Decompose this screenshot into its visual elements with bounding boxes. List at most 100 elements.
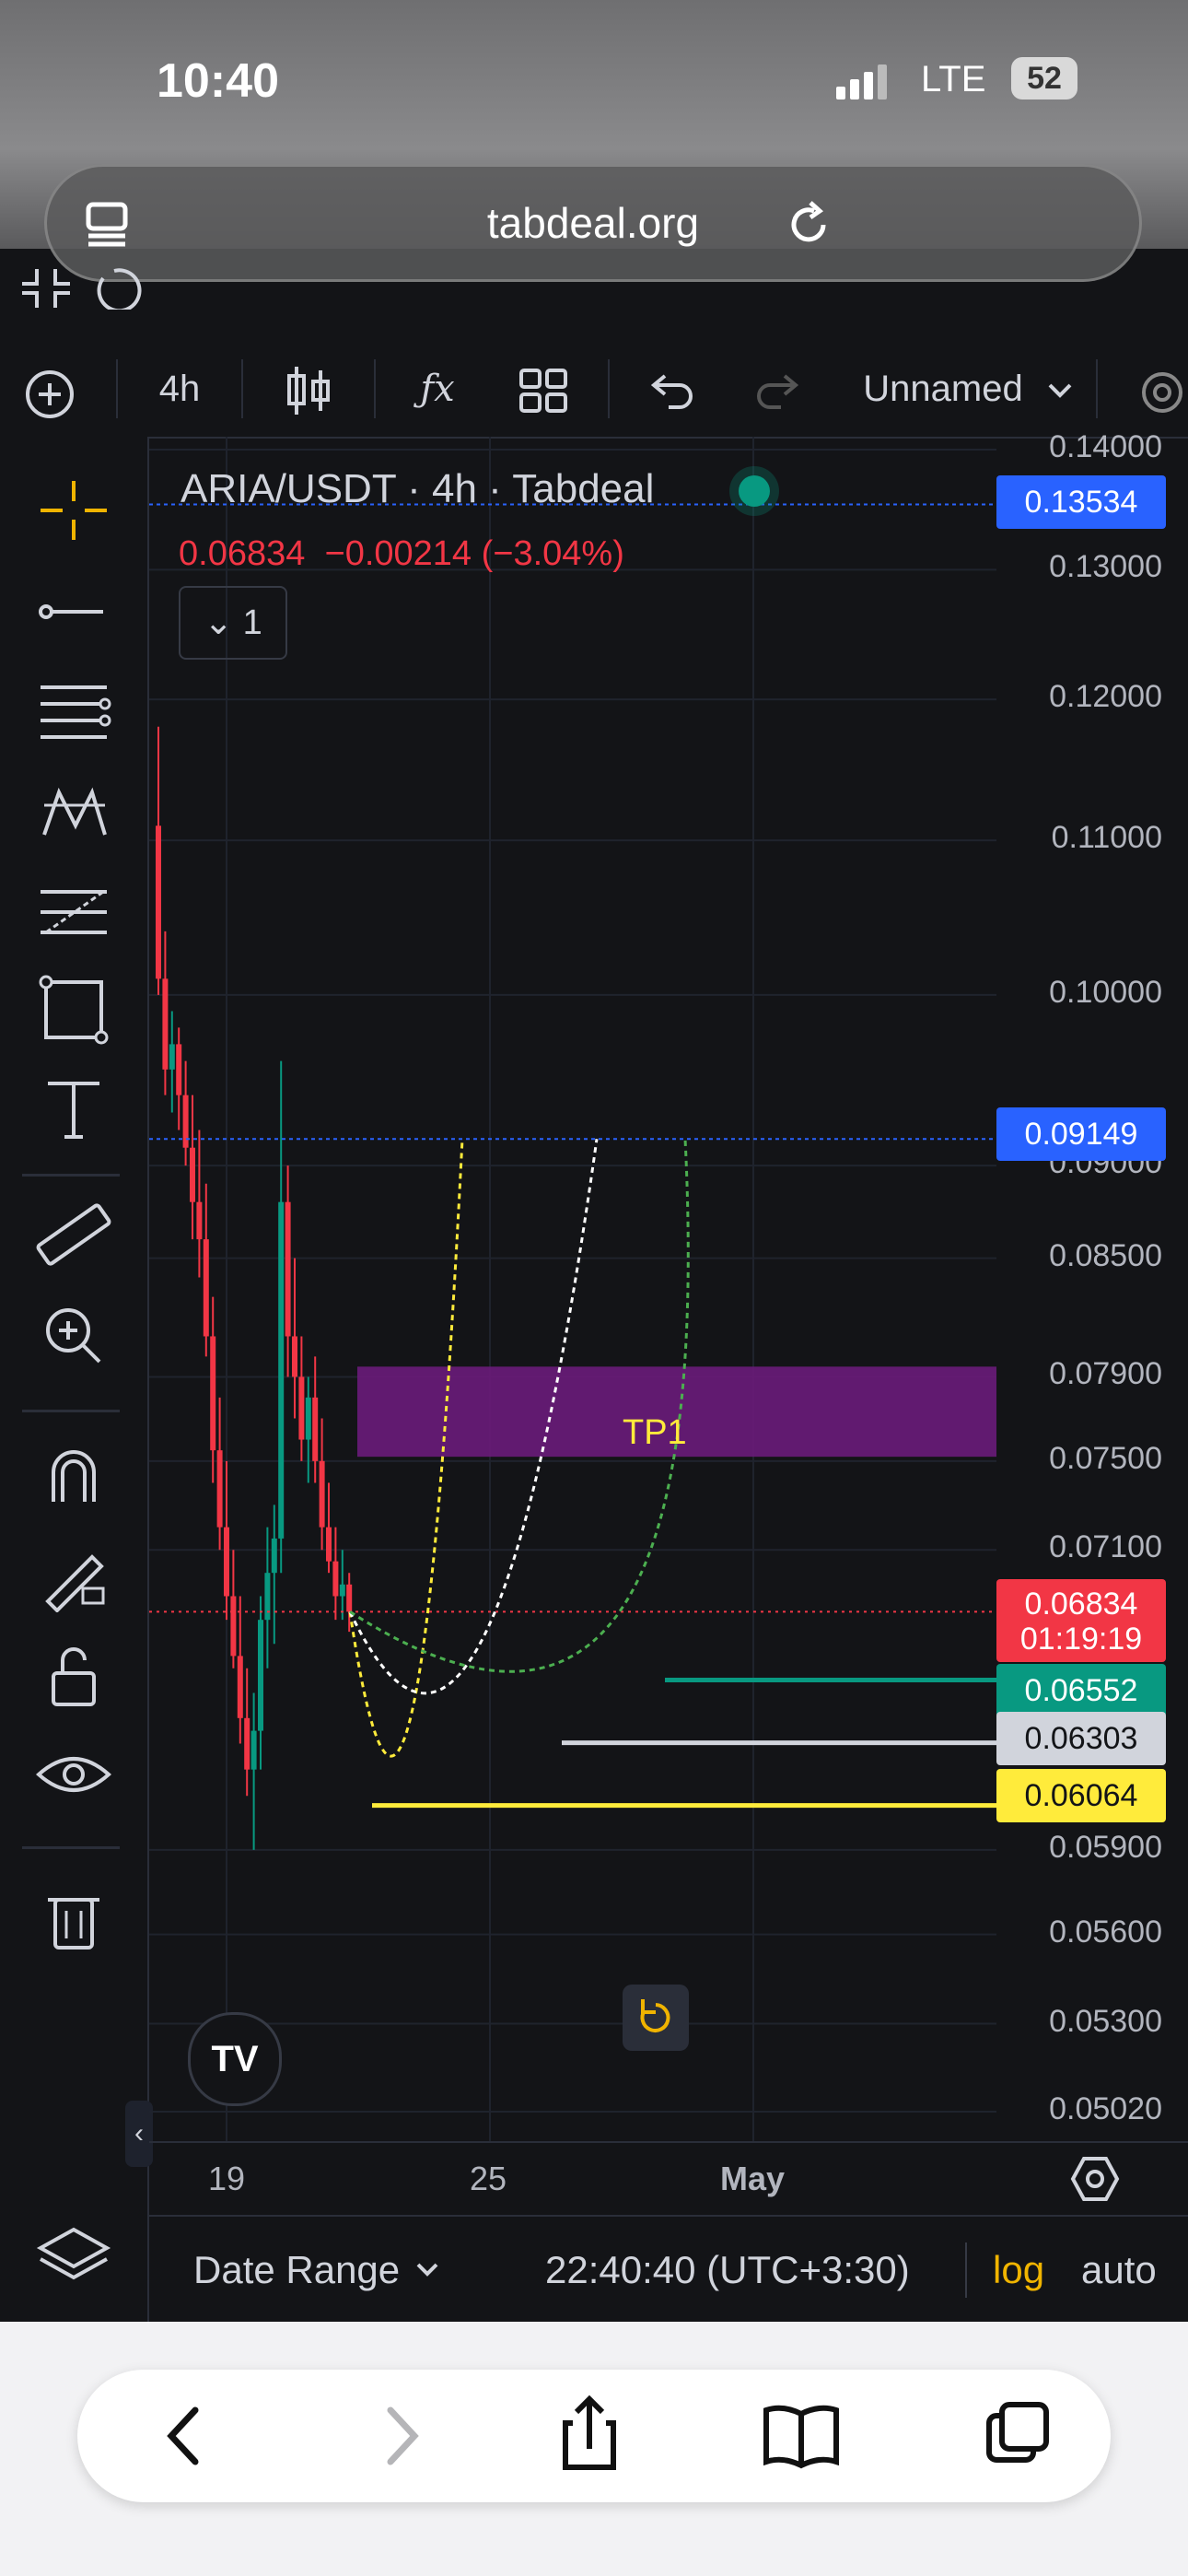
battery-icon: 52 (1011, 57, 1077, 100)
date-axis[interactable]: 19 25 May (149, 2141, 1188, 2217)
chevron-down-icon: ⌄ (204, 603, 234, 642)
clock-timezone[interactable]: 22:40:40 (UTC+3:30) (545, 2217, 910, 2324)
price-axis[interactable]: 0.14000 0.13000 0.12000 0.11000 0.10000 0.090… (996, 429, 1188, 2141)
candle-body (312, 1397, 319, 1461)
fib-retracement-icon[interactable] (28, 674, 120, 748)
layouts-icon[interactable] (518, 367, 569, 415)
fullscreen-exit-icon[interactable] (20, 267, 72, 310)
candle-body (346, 1584, 353, 1612)
candle-body (169, 1044, 175, 1070)
url-bar[interactable]: tabdeal.org (44, 164, 1142, 282)
price-tick: 0.05300 (1049, 2003, 1162, 2039)
ruler-icon[interactable] (28, 1198, 120, 1271)
candle-body (156, 825, 161, 979)
candle-body (216, 1450, 223, 1528)
candle-body (250, 1730, 257, 1770)
carrier-label: LTE (921, 59, 986, 100)
share-icon[interactable] (534, 2370, 645, 2502)
candlestick-series (156, 726, 353, 1850)
trash-icon[interactable] (28, 1881, 120, 1955)
date-range-button[interactable]: Date Range (193, 2217, 400, 2324)
price-tick: 0.11000 (1051, 820, 1162, 856)
bottom-toolbar: Date Range 22:40:40 (UTC+3:30) log auto (149, 2215, 1188, 2324)
indicators-icon[interactable]: ƒx (405, 341, 470, 437)
pattern-icon[interactable] (28, 774, 120, 848)
candle-body (237, 1656, 243, 1718)
status-time: 10:40 (157, 54, 279, 108)
axis-settings-icon[interactable] (1070, 2154, 1120, 2204)
forward-icon[interactable] (344, 2370, 455, 2502)
unlock-icon[interactable] (28, 1638, 120, 1712)
candle-body (319, 1460, 325, 1528)
legend-collapse-button[interactable]: ⌄ 1 (179, 586, 287, 660)
undo-icon[interactable] (648, 372, 696, 409)
layout-name-button[interactable]: Unnamed (842, 341, 1044, 437)
reset-chart-button[interactable] (623, 1985, 689, 2051)
drawing-toolbar (0, 437, 149, 2322)
browser-toolbar (0, 2322, 1188, 2576)
price-tick: 0.05600 (1049, 1914, 1162, 1950)
price-tick: 0.12000 (1049, 679, 1162, 715)
candle-body (196, 1201, 203, 1240)
price-tick: 0.08500 (1049, 1237, 1162, 1273)
url-text[interactable]: tabdeal.org (44, 164, 1142, 282)
chevron-down-icon[interactable] (1046, 380, 1074, 402)
bar-countdown: 01:19:19 (1019, 1622, 1143, 1657)
candle-body (278, 1201, 285, 1539)
price-tick: 0.05900 (1049, 1829, 1162, 1865)
yellow-line-price-label: 0.06064 (996, 1769, 1166, 1822)
lock-drawing-icon[interactable] (28, 1539, 120, 1613)
price-chart[interactable] (149, 437, 996, 2141)
back-icon[interactable] (131, 2370, 241, 2502)
legend-change: −0.00214 (−3.04%) (324, 534, 624, 573)
text-tool-icon[interactable] (28, 1072, 120, 1146)
candle-body (230, 1596, 237, 1657)
date-label: 19 (208, 2160, 246, 2197)
date-label: 25 (470, 2160, 507, 2197)
prediction-icon[interactable] (28, 873, 120, 947)
upper-line-price-label: 0.13534 (996, 475, 1166, 529)
candle-body (203, 1239, 209, 1337)
tabs-icon[interactable] (961, 2370, 1072, 2502)
market-status-dot (739, 475, 770, 507)
reload-icon[interactable] (786, 201, 834, 249)
candle-body (224, 1527, 229, 1597)
last-price-label: 0.06834 01:19:19 (996, 1579, 1166, 1662)
signal-icon (836, 64, 887, 100)
candle-body (292, 1336, 297, 1377)
interval-button[interactable]: 4h (138, 341, 221, 437)
object-tree-icon[interactable] (28, 2217, 120, 2290)
candles-icon[interactable] (284, 363, 335, 418)
date-label: May (720, 2160, 786, 2197)
settings-gear-icon[interactable] (1131, 367, 1188, 418)
visibility-icon[interactable] (28, 1739, 120, 1813)
candle-body (305, 1397, 311, 1440)
candle-body (258, 1620, 263, 1731)
green-line-price-label: 0.06552 (996, 1664, 1166, 1717)
replay-icon[interactable] (92, 267, 149, 310)
tradingview-logo[interactable]: TV (188, 2012, 282, 2106)
price-tick: 0.07100 (1049, 1529, 1162, 1565)
candle-body (285, 1201, 291, 1337)
chevron-down-icon[interactable] (414, 2261, 440, 2281)
rectangle-icon[interactable] (28, 973, 120, 1047)
zoom-in-icon[interactable] (28, 1297, 120, 1371)
log-scale-toggle[interactable]: log (993, 2217, 1044, 2324)
candle-body (264, 1573, 271, 1621)
add-symbol-icon[interactable] (24, 369, 76, 420)
bookmarks-icon[interactable] (746, 2370, 856, 2502)
candle-body (190, 1147, 195, 1202)
zone-label: TP1 (623, 1413, 687, 1452)
legend-price: 0.06834 (179, 534, 306, 573)
candle-body (332, 1561, 339, 1597)
redo-icon[interactable] (753, 372, 801, 409)
auto-scale-toggle[interactable]: auto (1081, 2217, 1157, 2324)
status-bar: 10:40 LTE 52 tabdeal.org (0, 0, 1188, 282)
symbol-legend[interactable]: ARIA/USDT · 4h · Tabdeal (181, 466, 654, 512)
chart-toolbar: 4h ƒx Unnamed (0, 341, 1188, 439)
magnet-icon[interactable] (28, 1437, 120, 1511)
crosshair-icon[interactable] (28, 474, 120, 547)
candle-body (162, 978, 169, 1070)
trend-line-icon[interactable] (28, 575, 120, 649)
candle-body (298, 1376, 305, 1440)
